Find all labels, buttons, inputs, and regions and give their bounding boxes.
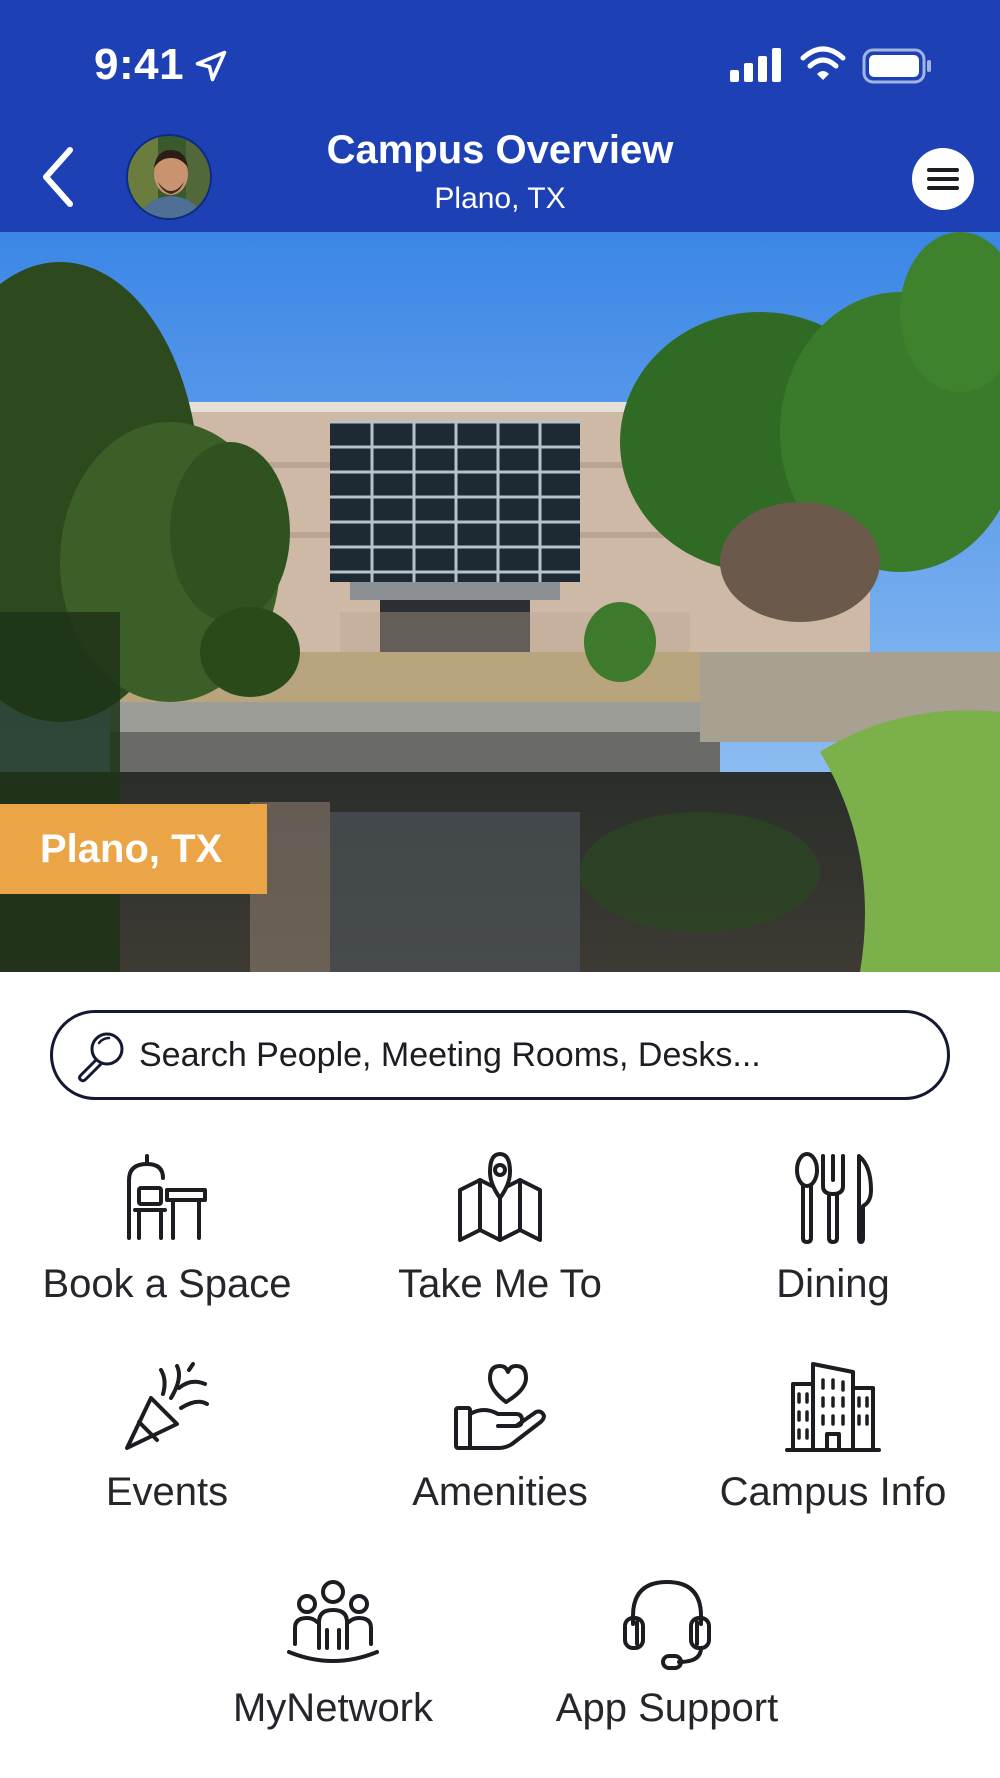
tile-label: Amenities <box>412 1470 588 1514</box>
hamburger-menu-icon <box>927 168 959 190</box>
map-pin-icon <box>458 1152 542 1242</box>
tile-label: App Support <box>555 1686 779 1730</box>
utensils-icon <box>795 1152 873 1244</box>
tile-app-support[interactable]: App Support <box>517 1574 817 1754</box>
search-input[interactable] <box>139 1027 929 1083</box>
people-group-icon <box>287 1580 379 1663</box>
wifi-icon <box>800 46 846 80</box>
party-popper-icon <box>125 1362 209 1450</box>
tile-label: Take Me To <box>398 1262 602 1306</box>
app-header: 9:41 Campus Overview Plano, TX <box>0 0 1000 232</box>
tile-campus-info[interactable]: Campus Info <box>683 1358 983 1538</box>
tile-label: Events <box>105 1470 229 1514</box>
tile-label: Book a Space <box>42 1262 292 1306</box>
tile-dining[interactable]: Dining <box>683 1150 983 1330</box>
location-tag: Plano, TX <box>0 804 267 894</box>
desk-chair-icon <box>127 1154 207 1240</box>
tile-mynetwork[interactable]: MyNetwork <box>183 1574 483 1754</box>
tile-amenities[interactable]: Amenities <box>350 1358 650 1538</box>
search-icon <box>78 1032 124 1083</box>
headset-icon <box>623 1580 711 1670</box>
heart-hand-icon <box>454 1364 546 1450</box>
tile-events[interactable]: Events <box>17 1358 317 1538</box>
search-bar[interactable] <box>50 1010 950 1100</box>
tile-book-a-space[interactable]: Book a Space <box>17 1150 317 1330</box>
building-icon <box>785 1362 881 1452</box>
chevron-left-icon <box>43 147 73 207</box>
page-subtitle: Plano, TX <box>434 182 566 215</box>
page-title: Campus Overview <box>326 128 674 172</box>
tile-label: Dining <box>776 1262 890 1306</box>
battery-icon <box>862 48 931 84</box>
location-arrow-icon <box>195 50 227 82</box>
menu-button[interactable] <box>912 148 974 210</box>
tile-take-me-to[interactable]: Take Me To <box>350 1150 650 1330</box>
tile-label: MyNetwork <box>232 1686 434 1730</box>
back-button[interactable] <box>32 138 84 216</box>
cellular-signal-icon <box>730 48 781 82</box>
tile-label: Campus Info <box>719 1470 947 1514</box>
status-time: 9:41 <box>94 40 185 89</box>
